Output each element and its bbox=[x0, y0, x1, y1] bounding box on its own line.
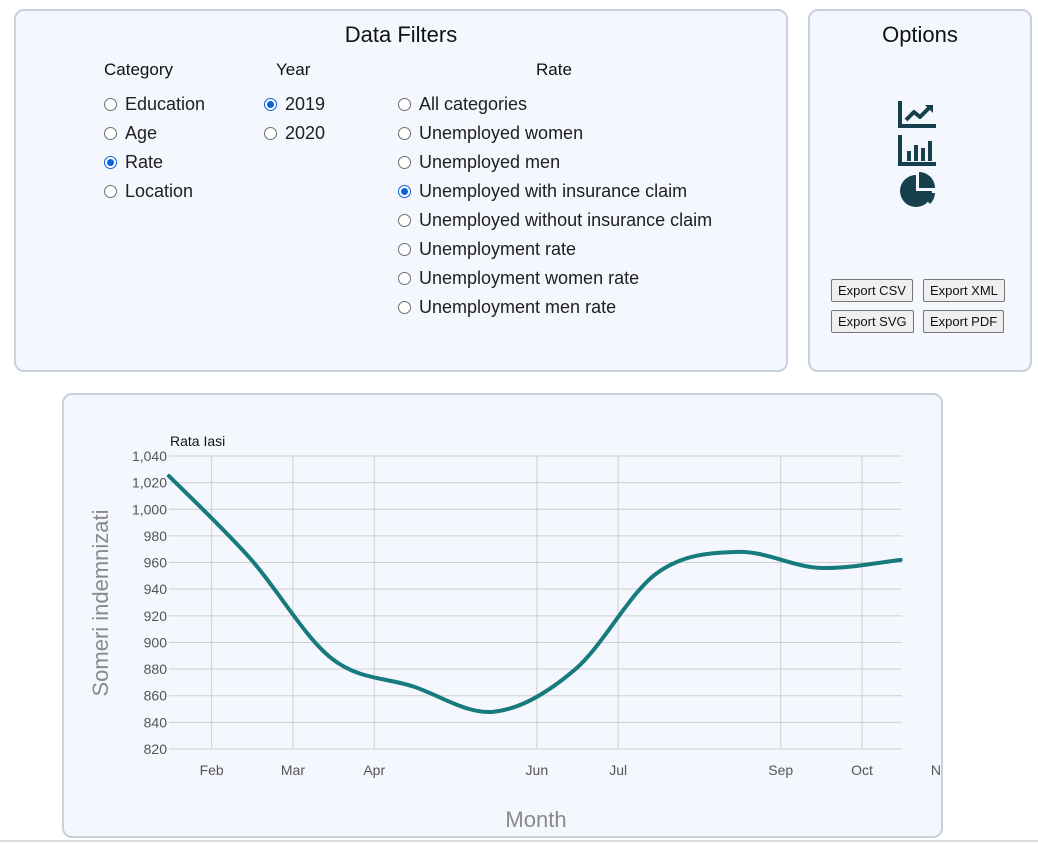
export-csv-button[interactable]: Export CSV bbox=[831, 279, 913, 302]
year-group: Year 2019 2020 bbox=[264, 60, 325, 148]
options-title: Options bbox=[882, 22, 958, 47]
bar-chart-icon[interactable] bbox=[898, 133, 938, 167]
line-chart-icon[interactable] bbox=[898, 99, 938, 129]
rate-option-label: Unemployment women rate bbox=[419, 268, 640, 288]
rate-radio[interactable] bbox=[398, 214, 411, 227]
rate-radio[interactable] bbox=[398, 243, 411, 256]
category-option-label: Education bbox=[125, 94, 206, 114]
x-tick-label: Jul bbox=[609, 762, 627, 778]
rate-heading: Rate bbox=[536, 60, 572, 79]
options-panel: Options Export CSV Export XML Export SVG… bbox=[808, 9, 1032, 372]
rate-option-label: Unemployed without insurance claim bbox=[419, 210, 713, 230]
y-axis-label: Someri indemnizati bbox=[88, 509, 113, 696]
rate-radio[interactable] bbox=[398, 301, 411, 314]
category-option-label: Location bbox=[125, 181, 194, 201]
x-axis-ticks: FebMarAprJunJulSepOctNovDec bbox=[200, 762, 941, 778]
pie-chart-icon[interactable] bbox=[898, 171, 938, 209]
rate-radio[interactable] bbox=[398, 98, 411, 111]
year-option[interactable]: 2020 bbox=[264, 119, 325, 148]
rate-option[interactable]: Unemployment men rate bbox=[398, 293, 712, 322]
chart-title: Rata Iasi bbox=[170, 433, 225, 449]
y-tick-label: 860 bbox=[144, 688, 168, 704]
rate-radio[interactable] bbox=[398, 127, 411, 140]
x-tick-label: Apr bbox=[363, 762, 385, 778]
rate-option[interactable]: Unemployed without insurance claim bbox=[398, 206, 712, 235]
rate-radio[interactable] bbox=[398, 185, 411, 198]
rate-option-label: Unemployed women bbox=[419, 123, 584, 143]
year-heading: Year bbox=[276, 60, 311, 79]
x-tick-label: Feb bbox=[200, 762, 224, 778]
y-tick-label: 920 bbox=[144, 608, 168, 624]
line-chart: 820 840 860 880 900 920 940 960 980 1,000 1,020 1,0… bbox=[88, 433, 941, 832]
x-tick-label: Jun bbox=[526, 762, 549, 778]
rate-option[interactable]: Unemployed women bbox=[398, 119, 712, 148]
category-radio[interactable] bbox=[104, 156, 117, 169]
export-pdf-button[interactable]: Export PDF bbox=[923, 310, 1005, 333]
year-option[interactable]: 2019 bbox=[264, 90, 325, 119]
chart-panel: 820 840 860 880 900 920 940 960 980 1,000 1,020 1,0… bbox=[62, 393, 943, 838]
export-xml-button[interactable]: Export XML bbox=[923, 279, 1005, 302]
year-option-label: 2020 bbox=[285, 123, 326, 143]
y-tick-label: 880 bbox=[144, 661, 168, 677]
export-svg-button[interactable]: Export SVG bbox=[831, 310, 914, 333]
y-tick-label: 960 bbox=[144, 555, 168, 571]
category-option[interactable]: Education bbox=[104, 90, 205, 119]
rate-option[interactable]: All categories bbox=[398, 90, 712, 119]
y-tick-label: 1,020 bbox=[132, 475, 167, 491]
category-radio[interactable] bbox=[104, 185, 117, 198]
rate-option[interactable]: Unemployment rate bbox=[398, 235, 712, 264]
data-filters-title: Data Filters bbox=[344, 22, 458, 47]
page-divider bbox=[0, 840, 1038, 842]
rate-option[interactable]: Unemployed with insurance claim bbox=[398, 177, 712, 206]
year-option-label: 2019 bbox=[285, 94, 326, 114]
rate-group: Rate All categories Unemployed women Unemp… bbox=[398, 60, 712, 322]
y-tick-label: 1,000 bbox=[132, 501, 167, 517]
y-axis-ticks: 820 840 860 880 900 920 940 960 980 1,000 1,020 1,0… bbox=[132, 448, 167, 757]
category-heading: Category bbox=[104, 60, 173, 79]
y-tick-label: 940 bbox=[144, 581, 168, 597]
x-tick-label: Sep bbox=[768, 762, 793, 778]
x-tick-label: Nov bbox=[931, 762, 941, 778]
year-radio[interactable] bbox=[264, 98, 277, 111]
category-option-label: Age bbox=[125, 123, 158, 143]
category-option[interactable]: Location bbox=[104, 177, 205, 206]
y-tick-label: 900 bbox=[144, 634, 168, 650]
y-tick-label: 820 bbox=[144, 741, 168, 757]
rate-option-label: Unemployed with insurance claim bbox=[419, 181, 688, 201]
category-radio[interactable] bbox=[104, 127, 117, 140]
series-line bbox=[167, 473, 903, 714]
data-filters-panel: Data Filters Category Education Age Rate Lo… bbox=[14, 9, 788, 372]
y-tick-label: 980 bbox=[144, 528, 168, 544]
category-option[interactable]: Rate bbox=[104, 148, 205, 177]
year-radio[interactable] bbox=[264, 127, 277, 140]
category-radio[interactable] bbox=[104, 98, 117, 111]
rate-option-label: Unemployment men rate bbox=[419, 297, 617, 317]
y-tick-label: 1,040 bbox=[132, 448, 167, 464]
rate-option-label: Unemployment rate bbox=[419, 239, 577, 259]
x-tick-label: Mar bbox=[281, 762, 305, 778]
y-tick-label: 840 bbox=[144, 714, 168, 730]
chart-type-icons bbox=[898, 99, 942, 213]
rate-option[interactable]: Unemployment women rate bbox=[398, 264, 712, 293]
rate-option-label: All categories bbox=[419, 94, 528, 114]
rate-option[interactable]: Unemployed men bbox=[398, 148, 712, 177]
x-tick-label: Oct bbox=[851, 762, 873, 778]
category-option-label: Rate bbox=[125, 152, 164, 172]
category-option[interactable]: Age bbox=[104, 119, 205, 148]
rate-radio[interactable] bbox=[398, 156, 411, 169]
rate-option-label: Unemployed men bbox=[419, 152, 561, 172]
rate-radio[interactable] bbox=[398, 272, 411, 285]
category-group: Category Education Age Rate Location bbox=[104, 60, 205, 206]
x-axis-label: Month bbox=[505, 807, 566, 832]
